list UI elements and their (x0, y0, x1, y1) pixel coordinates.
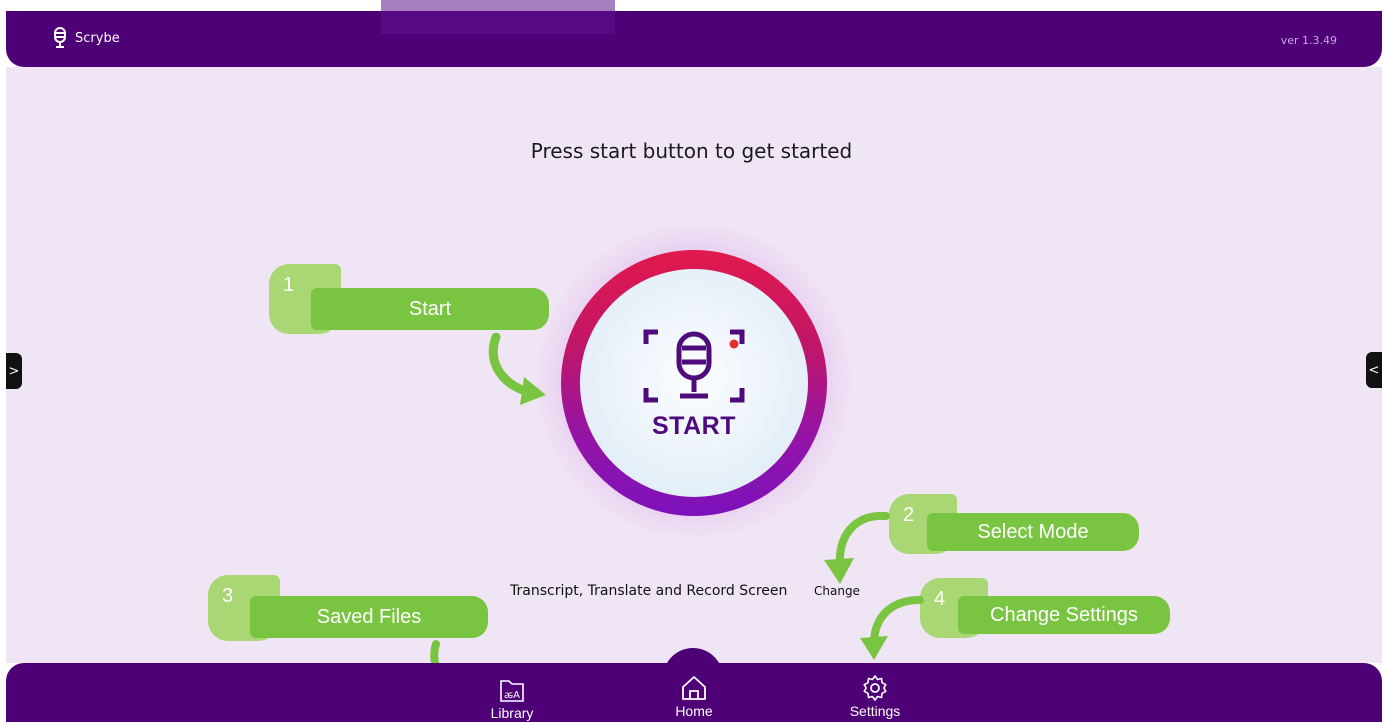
version-label: ver 1.3.49 (1280, 34, 1337, 47)
callout-arrow-icon (860, 596, 924, 660)
callout-arrow-icon (488, 333, 546, 405)
mode-description: Transcript, Translate and Record Screen (510, 583, 788, 599)
settings-icon (863, 675, 887, 701)
app-name: Scrybe (75, 30, 120, 46)
callout-label: Change Settings (958, 596, 1170, 634)
right-panel-toggle[interactable]: < (1366, 352, 1382, 388)
library-icon: ꬱA (500, 680, 524, 702)
callout-select-mode: 2 Select Mode (889, 494, 1141, 554)
top-bar: Scrybe ver 1.3.49 (6, 11, 1382, 67)
page-heading: Press start button to get started (530, 139, 853, 163)
nav-settings[interactable]: Settings (845, 673, 905, 719)
record-mic-icon (643, 329, 745, 402)
chevron-right-icon: > (8, 363, 20, 379)
start-button[interactable]: START (561, 250, 827, 516)
change-mode-link[interactable]: Change (814, 584, 860, 598)
start-button-face[interactable]: START (580, 269, 808, 497)
app-logo[interactable]: Scrybe (50, 27, 120, 49)
home-icon (682, 676, 706, 700)
left-panel-toggle[interactable]: > (6, 353, 22, 389)
callout-arrow-icon (824, 511, 890, 584)
callout-label: Start (311, 288, 549, 330)
chevron-left-icon: < (1368, 362, 1380, 378)
callout-label: Saved Files (250, 596, 488, 638)
nav-library[interactable]: ꬱA Library (484, 675, 540, 721)
callout-change-settings: 4 Change Settings (920, 578, 1172, 638)
nav-library-label: Library (490, 705, 534, 721)
nav-home[interactable]: Home (666, 673, 722, 719)
callout-label: Select Mode (927, 513, 1139, 551)
svg-text:ꬱA: ꬱA (504, 690, 520, 701)
start-label: START (652, 411, 736, 440)
callout-saved-files: 3 Saved Files (208, 575, 490, 641)
nav-settings-label: Settings (849, 703, 901, 719)
callout-start: 1 Start (269, 264, 551, 334)
nav-home-label: Home (675, 703, 713, 719)
scrybe-logo-icon (54, 27, 66, 48)
header-overlay (381, 0, 615, 34)
